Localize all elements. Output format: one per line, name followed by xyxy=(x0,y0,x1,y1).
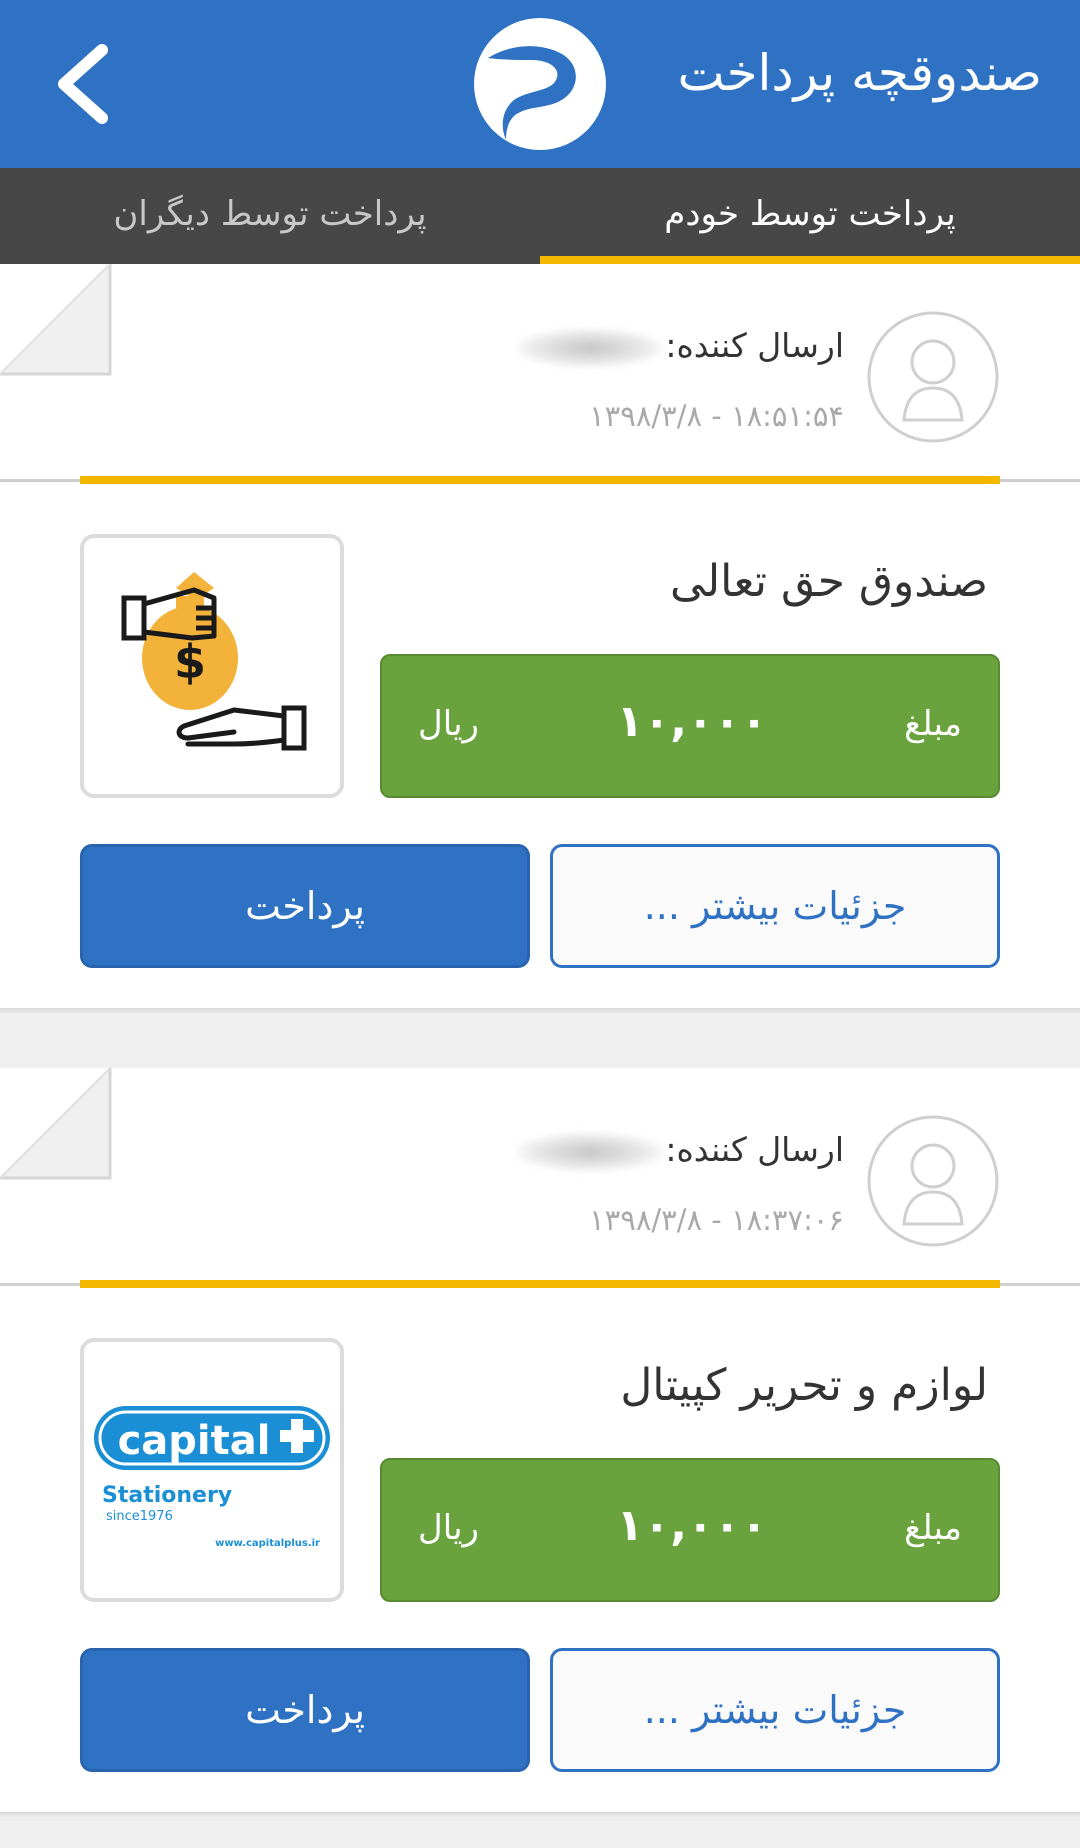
app-bar: صندوقچه پرداخت xyxy=(0,0,1080,168)
payment-card: ارسال کننده: ۱۳۹۸/۳/۸ - ۱۸:۳۷:۰۶ capital… xyxy=(0,1068,1080,1818)
logo-line2-text: since1976 xyxy=(106,1509,173,1524)
money-bag-hand-icon: $ xyxy=(121,572,307,751)
accent-divider xyxy=(80,1280,1000,1288)
card-header: ارسال کننده: ۱۳۹۸/۳/۸ - ۱۸:۳۷:۰۶ xyxy=(0,1068,1080,1283)
payment-datetime: ۱۳۹۸/۳/۸ - ۱۸:۵۱:۵۴ xyxy=(589,399,844,433)
card-shadow xyxy=(0,1812,1080,1818)
pay-button[interactable]: پرداخت xyxy=(80,1648,530,1772)
sender-name-redacted xyxy=(515,1131,666,1172)
sender-row: ارسال کننده: xyxy=(515,1130,844,1172)
chevron-left-icon[interactable] xyxy=(40,34,130,134)
tab-bar: پرداخت توسط دیگران پرداخت توسط خودم xyxy=(0,168,1080,264)
merchant-name: لوازم و تحریر کپیتال xyxy=(620,1360,988,1411)
merchant-name: صندوق حق تعالی xyxy=(670,556,988,607)
amount-box: مبلغ ۱۰,۰۰۰ ریال xyxy=(380,654,1000,798)
payment-datetime: ۱۳۹۸/۳/۸ - ۱۸:۳۷:۰۶ xyxy=(589,1203,844,1237)
card-header: ارسال کننده: ۱۳۹۸/۳/۸ - ۱۸:۵۱:۵۴ xyxy=(0,264,1080,479)
folded-corner-icon xyxy=(0,264,112,376)
amount-box: مبلغ ۱۰,۰۰۰ ریال xyxy=(380,1458,1000,1602)
sender-name-redacted xyxy=(515,327,666,368)
sender-label: ارسال کننده: xyxy=(665,1130,844,1169)
currency-label: ریال xyxy=(418,1508,479,1548)
tab-pay-by-me[interactable]: پرداخت توسط خودم xyxy=(540,168,1080,264)
merchant-thumbnail: $ xyxy=(80,534,344,798)
folded-corner-icon xyxy=(0,1068,112,1180)
card-shadow xyxy=(0,1008,1080,1014)
avatar-icon xyxy=(867,1115,999,1247)
app-logo-icon xyxy=(474,18,606,150)
more-details-button[interactable]: جزئیات بیشتر ... xyxy=(550,844,1000,968)
logo-line1-text: Stationery xyxy=(102,1483,232,1508)
avatar-icon xyxy=(867,311,999,443)
merchant-thumbnail: capital Stationery since1976 www.capital… xyxy=(80,1338,344,1602)
capital-stationery-logo: capital Stationery since1976 www.capital… xyxy=(94,1406,330,1549)
sender-row: ارسال کننده: xyxy=(515,326,844,368)
page-title: صندوقچه پرداخت xyxy=(677,44,1042,102)
payment-card: ارسال کننده: ۱۳۹۸/۳/۸ - ۱۸:۵۱:۵۴ $ صندوق… xyxy=(0,264,1080,1014)
pay-button[interactable]: پرداخت xyxy=(80,844,530,968)
tab-indicator xyxy=(540,256,1080,264)
tab-pay-by-others[interactable]: پرداخت توسط دیگران xyxy=(0,168,540,264)
logo-brand-text: capital xyxy=(118,1418,271,1464)
more-details-button[interactable]: جزئیات بیشتر ... xyxy=(550,1648,1000,1772)
logo-line3-text: www.capitalplus.ir xyxy=(215,1538,320,1549)
accent-divider xyxy=(80,476,1000,484)
sender-label: ارسال کننده: xyxy=(665,326,844,365)
currency-label: ریال xyxy=(418,704,479,744)
svg-text:$: $ xyxy=(174,635,206,689)
